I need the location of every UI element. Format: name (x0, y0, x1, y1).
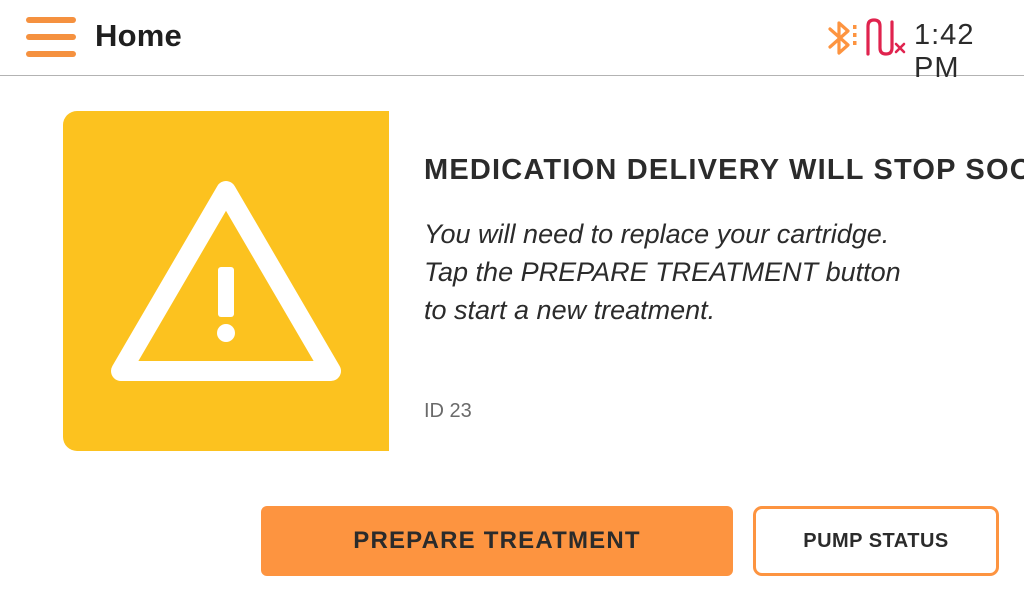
alert-id: ID 23 (424, 400, 472, 422)
clock: 1:42 PM (914, 19, 975, 84)
bluetooth-icon (828, 21, 857, 55)
prepare-treatment-button[interactable]: PREPARE TREATMENT (261, 506, 733, 576)
warning-panel (63, 111, 389, 451)
cgm-disconnected-icon (866, 18, 906, 56)
warning-triangle-icon (111, 181, 341, 381)
menu-icon[interactable] (26, 17, 78, 59)
alert-message-line: to start a new treatment. (424, 295, 716, 325)
pump-status-button[interactable]: PUMP STATUS (753, 506, 999, 576)
page-title: Home (95, 18, 182, 53)
home-screen: Home 1:42 PM MEDICATION DELIVERY WILL ST… (0, 0, 1024, 600)
alert-message-line: You will need to replace your cartridge. (424, 219, 890, 249)
alert-message: You will need to replace your cartridge.… (424, 215, 901, 329)
alert-message-line: Tap the PREPARE TREATMENT button (424, 257, 901, 287)
alert-title: MEDICATION DELIVERY WILL STOP SOON (424, 154, 1024, 186)
header-bar: Home 1:42 PM (0, 0, 1024, 84)
